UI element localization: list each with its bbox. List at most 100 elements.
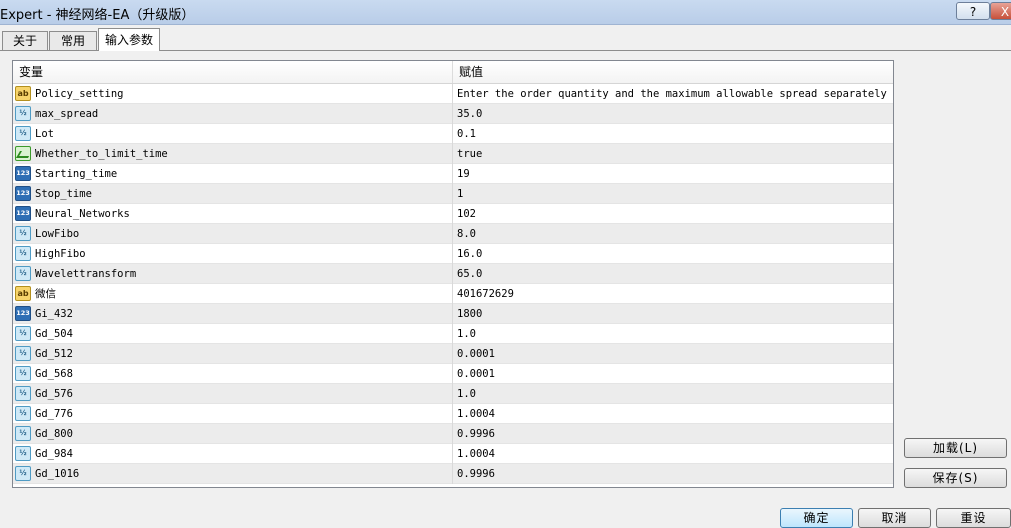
variable-value[interactable]: 0.9996 bbox=[453, 424, 893, 444]
variable-name: Policy_setting bbox=[35, 88, 124, 100]
variable-name: Wavelettransform bbox=[35, 268, 137, 280]
variable-name-cell: 123 Gi_432 bbox=[13, 304, 453, 324]
reset-button[interactable]: 重设 bbox=[936, 508, 1011, 528]
table-row[interactable]: ½ Gd_800 0.9996 bbox=[13, 424, 893, 444]
variable-name-cell: Whether_to_limit_time bbox=[13, 144, 453, 164]
variable-name: Gi_432 bbox=[35, 308, 73, 320]
variable-name-cell: 123 Neural_Networks bbox=[13, 204, 453, 224]
variable-value[interactable]: 401672629 bbox=[453, 284, 893, 304]
variable-value[interactable]: 0.0001 bbox=[453, 344, 893, 364]
variable-name: 微信 bbox=[35, 288, 56, 300]
variable-name-cell: ab 微信 bbox=[13, 284, 453, 304]
table-row[interactable]: ½ HighFibo 16.0 bbox=[13, 244, 893, 264]
variable-name: Gd_576 bbox=[35, 388, 73, 400]
variable-name: Whether_to_limit_time bbox=[35, 148, 168, 160]
close-button[interactable]: X bbox=[990, 2, 1011, 20]
double-type-icon: ½ bbox=[15, 326, 31, 341]
table-row[interactable]: ½ Gd_504 1.0 bbox=[13, 324, 893, 344]
double-type-icon: ½ bbox=[15, 386, 31, 401]
variable-name-cell: ½ Gd_1016 bbox=[13, 464, 453, 484]
variable-name: HighFibo bbox=[35, 248, 86, 260]
table-row[interactable]: 123 Stop_time 1 bbox=[13, 184, 893, 204]
variable-name: Gd_512 bbox=[35, 348, 73, 360]
table-row[interactable]: ½ Gd_1016 0.9996 bbox=[13, 464, 893, 484]
tab-inputs[interactable]: 输入参数 bbox=[98, 28, 160, 51]
table-row[interactable]: ab 微信 401672629 bbox=[13, 284, 893, 304]
integer-type-icon: 123 bbox=[15, 306, 31, 321]
variable-name-cell: 123 Stop_time bbox=[13, 184, 453, 204]
variable-value[interactable]: true bbox=[453, 144, 893, 164]
table-row[interactable]: ½ Gd_776 1.0004 bbox=[13, 404, 893, 424]
variable-value[interactable]: 19 bbox=[453, 164, 893, 184]
table-row[interactable]: ab Policy_setting Enter the order quantity… bbox=[13, 84, 893, 104]
table-row[interactable]: ½ Gd_512 0.0001 bbox=[13, 344, 893, 364]
help-button[interactable]: ? bbox=[956, 2, 990, 20]
tab-common[interactable]: 常用 bbox=[49, 31, 97, 50]
variable-value[interactable]: 1.0004 bbox=[453, 444, 893, 464]
variable-value[interactable]: 0.9996 bbox=[453, 464, 893, 484]
variable-name: Gd_800 bbox=[35, 428, 73, 440]
variable-value[interactable]: 1 bbox=[453, 184, 893, 204]
double-type-icon: ½ bbox=[15, 446, 31, 461]
tab-about[interactable]: 关于 bbox=[2, 31, 48, 50]
variable-value[interactable]: 1.0 bbox=[453, 324, 893, 344]
table-header: 变量 赋值 bbox=[13, 61, 893, 84]
variable-name: Gd_568 bbox=[35, 368, 73, 380]
table-row[interactable]: ½ Gd_568 0.0001 bbox=[13, 364, 893, 384]
variable-value[interactable]: 1800 bbox=[453, 304, 893, 324]
load-button[interactable]: 加载(L) bbox=[904, 438, 1007, 458]
table-row[interactable]: ½ Lot 0.1 bbox=[13, 124, 893, 144]
variable-name: LowFibo bbox=[35, 228, 80, 240]
variable-name: Gd_776 bbox=[35, 408, 73, 420]
variable-name: Gd_984 bbox=[35, 448, 73, 460]
variable-name-cell: ½ Gd_512 bbox=[13, 344, 453, 364]
variable-name: Lot bbox=[35, 128, 54, 140]
variable-value[interactable]: 8.0 bbox=[453, 224, 893, 244]
double-type-icon: ½ bbox=[15, 126, 31, 141]
variable-name-cell: ½ HighFibo bbox=[13, 244, 453, 264]
column-header-value[interactable]: 赋值 bbox=[453, 61, 893, 83]
column-header-variable[interactable]: 变量 bbox=[13, 61, 453, 83]
variable-value[interactable]: 65.0 bbox=[453, 264, 893, 284]
string-type-icon: ab bbox=[15, 86, 31, 101]
table-row[interactable]: Whether_to_limit_time true bbox=[13, 144, 893, 164]
ok-button[interactable]: 确定 bbox=[780, 508, 853, 528]
double-type-icon: ½ bbox=[15, 406, 31, 421]
variable-name-cell: ab Policy_setting bbox=[13, 84, 453, 104]
table-row[interactable]: ½ Gd_576 1.0 bbox=[13, 384, 893, 404]
table-row[interactable]: ½ Gd_984 1.0004 bbox=[13, 444, 893, 464]
variable-value[interactable]: 1.0004 bbox=[453, 404, 893, 424]
variable-value[interactable]: 35.0 bbox=[453, 104, 893, 124]
variable-name: Starting_time bbox=[35, 168, 118, 180]
variable-name: Gd_1016 bbox=[35, 468, 80, 480]
variable-name: Stop_time bbox=[35, 188, 92, 200]
cancel-button[interactable]: 取消 bbox=[858, 508, 931, 528]
table-row[interactable]: 123 Neural_Networks 102 bbox=[13, 204, 893, 224]
table-row[interactable]: ½ Wavelettransform 65.0 bbox=[13, 264, 893, 284]
variable-value[interactable]: 0.1 bbox=[453, 124, 893, 144]
variable-value[interactable]: 16.0 bbox=[453, 244, 893, 264]
variable-name-cell: ½ Lot bbox=[13, 124, 453, 144]
double-type-icon: ½ bbox=[15, 246, 31, 261]
variable-name: Gd_504 bbox=[35, 328, 73, 340]
window-title: Expert - 神经网络-EA（升级版） bbox=[0, 8, 195, 23]
integer-type-icon: 123 bbox=[15, 186, 31, 201]
integer-type-icon: 123 bbox=[15, 166, 31, 181]
variable-name-cell: 123 Starting_time bbox=[13, 164, 453, 184]
variable-value[interactable]: Enter the order quantity and the maximum… bbox=[453, 84, 893, 104]
table-row[interactable]: ½ LowFibo 8.0 bbox=[13, 224, 893, 244]
variable-name-cell: ½ Gd_800 bbox=[13, 424, 453, 444]
double-type-icon: ½ bbox=[15, 106, 31, 121]
variable-value[interactable]: 102 bbox=[453, 204, 893, 224]
variable-name-cell: ½ Gd_776 bbox=[13, 404, 453, 424]
parameter-table[interactable]: 变量 赋值 ab Policy_setting Enter the order qu… bbox=[12, 60, 894, 488]
table-row[interactable]: ½ max_spread 35.0 bbox=[13, 104, 893, 124]
double-type-icon: ½ bbox=[15, 466, 31, 481]
save-button[interactable]: 保存(S) bbox=[904, 468, 1007, 488]
table-row[interactable]: 123 Starting_time 19 bbox=[13, 164, 893, 184]
variable-name: Neural_Networks bbox=[35, 208, 130, 220]
table-row[interactable]: 123 Gi_432 1800 bbox=[13, 304, 893, 324]
variable-name: max_spread bbox=[35, 108, 99, 120]
variable-value[interactable]: 0.0001 bbox=[453, 364, 893, 384]
variable-value[interactable]: 1.0 bbox=[453, 384, 893, 404]
